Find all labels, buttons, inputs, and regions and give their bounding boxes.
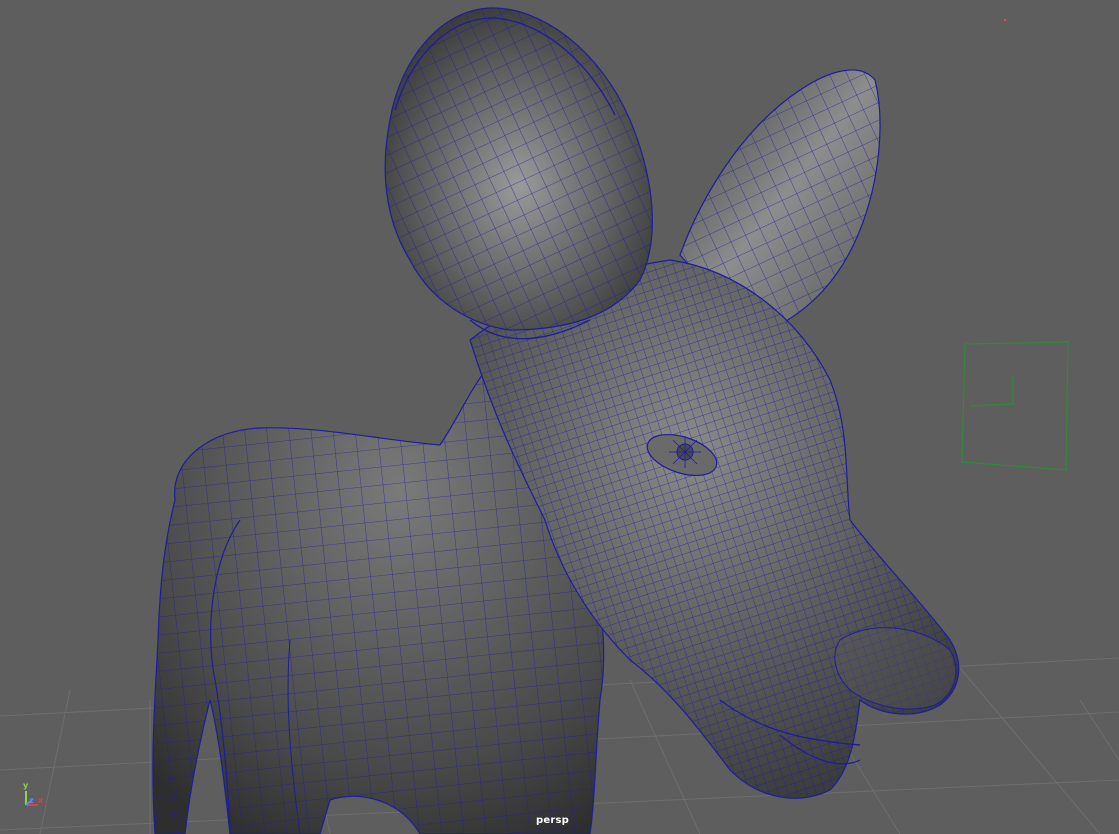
axis-z-label: z: [29, 796, 34, 805]
axis-gizmo: y z x: [16, 781, 46, 813]
scene-canvas[interactable]: [0, 0, 1119, 834]
axis-y-label: y: [23, 781, 29, 790]
view-indicator-dot: [1004, 19, 1006, 21]
persp-viewport[interactable]: y z x persp: [0, 0, 1119, 834]
dog-ear-left-mesh[interactable]: [384, 7, 653, 340]
camera-name-label: persp: [536, 815, 569, 826]
axis-x-label: x: [38, 796, 44, 805]
camera-frustum-gizmo[interactable]: [961, 341, 1069, 471]
